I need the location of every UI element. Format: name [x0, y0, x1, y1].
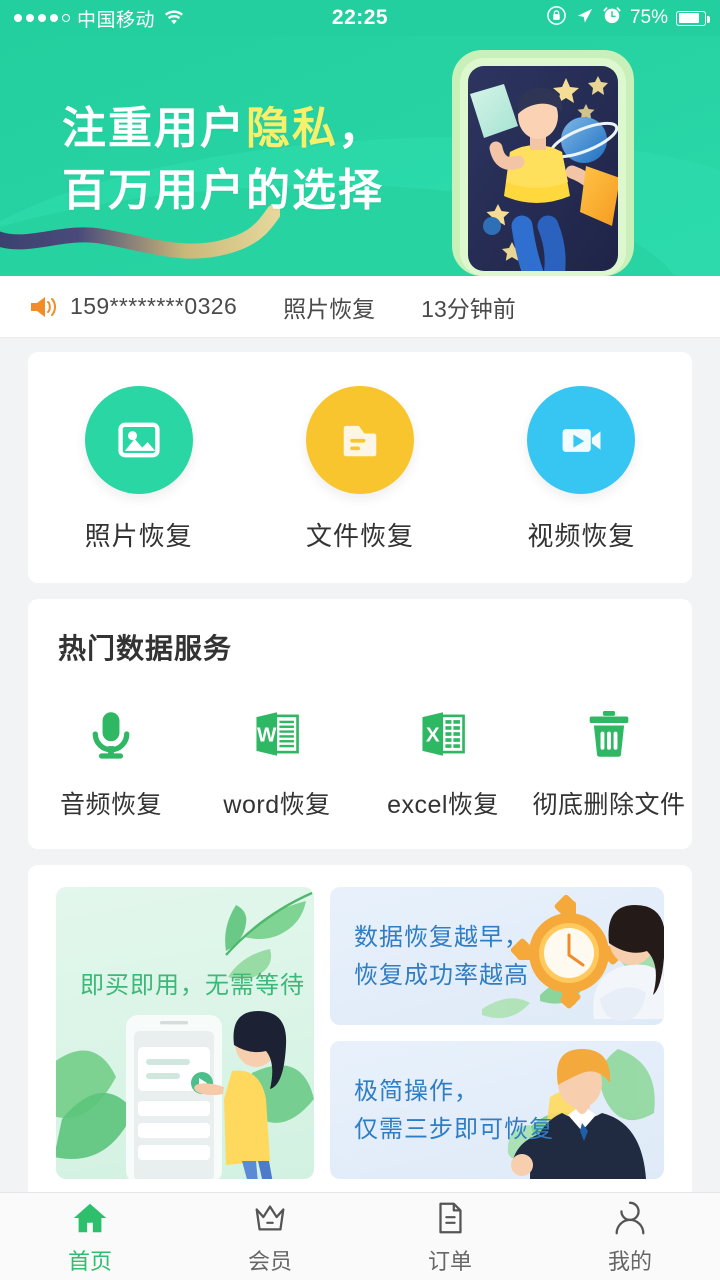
hot-item-permanent-delete[interactable]: 彻底删除文件 — [526, 701, 692, 821]
service-label: 照片恢复 — [84, 521, 193, 551]
svg-text:W: W — [257, 723, 277, 746]
promo-left[interactable]: 即买即用，无需等待 — [56, 887, 314, 1179]
main-services-card: 照片恢复 文件恢复 视频恢复 — [28, 352, 692, 583]
photo-icon — [118, 422, 160, 458]
service-label: 文件恢复 — [305, 521, 414, 551]
battery-icon — [676, 10, 710, 26]
speaker-icon — [28, 294, 58, 320]
main-content: 照片恢复 文件恢复 视频恢复 热门数据服务 音频恢复 W word恢复 X ex… — [0, 338, 720, 1192]
service-item-photo-recovery[interactable]: 照片恢复 — [28, 386, 249, 553]
folder-icon — [343, 425, 377, 457]
location-arrow-icon — [575, 6, 594, 31]
tab-label: 我的 — [607, 1248, 652, 1274]
alarm-clock-icon — [602, 5, 622, 31]
hot-item-label: word恢复 — [223, 791, 331, 819]
hero-line1-suffix: ， — [338, 104, 384, 153]
video-recovery-icon-circle — [527, 386, 636, 494]
hot-item-label: 彻底删除文件 — [532, 791, 686, 819]
promo-card: 即买即用，无需等待 数据恢复越早， 恢复成功率越高 极简操作， 仅需三步即可恢复 — [28, 865, 692, 1192]
order-document-icon — [430, 1198, 470, 1238]
hero-line-1: 注重用户隐私， — [62, 98, 384, 160]
word-document-icon: W — [244, 701, 310, 767]
photo-recovery-icon-circle — [84, 386, 193, 494]
hot-services-title: 热门数据服务 — [58, 633, 233, 664]
trash-can-icon — [576, 701, 642, 767]
file-recovery-icon-circle — [305, 386, 414, 494]
promo-right-top-text: 数据恢复越早， 恢复成功率越高 — [354, 924, 529, 989]
promo-right-column: 数据恢复越早， 恢复成功率越高 极简操作， 仅需三步即可恢复 — [330, 887, 664, 1179]
promo-right-bottom-text: 极简操作， 仅需三步即可恢复 — [354, 1078, 554, 1143]
tab-label: 会员 — [247, 1248, 292, 1274]
bottom-tab-bar: 首页 会员 订单 我的 — [0, 1192, 720, 1280]
person-icon — [610, 1198, 650, 1238]
hero-illustration — [452, 50, 634, 276]
promo-left-illustration — [56, 891, 314, 1179]
svg-text:X: X — [426, 723, 440, 746]
home-icon — [70, 1198, 110, 1238]
hero-line1-highlight: 隐私 — [246, 104, 338, 153]
video-camera-icon — [562, 429, 601, 452]
tab-label: 首页 — [67, 1248, 112, 1274]
notice-bar[interactable]: 159********0326 照片恢复 13分钟前 — [0, 276, 720, 338]
hot-services-card: 热门数据服务 音频恢复 W word恢复 X excel恢复 彻底删除文件 — [28, 599, 692, 849]
battery-percent-label: 75% — [629, 7, 668, 28]
status-bar: 中国移动 22:25 75% — [0, 0, 720, 36]
hot-item-label: 音频恢复 — [59, 791, 162, 819]
excel-document-icon: X — [410, 701, 476, 767]
hero-line1-prefix: 注重用户 — [62, 104, 246, 153]
status-bar-right: 75% — [546, 5, 710, 32]
service-item-video-recovery[interactable]: 视频恢复 — [471, 386, 692, 553]
tab-membership[interactable]: 会员 — [180, 1198, 360, 1276]
hero-line-2: 百万用户的选择 — [62, 166, 384, 215]
notice-service-type: 照片恢复 — [283, 295, 376, 322]
promo-right-top[interactable]: 数据恢复越早， 恢复成功率越高 — [330, 887, 664, 1025]
hero-text-block: 注重用户隐私， 百万用户的选择 — [62, 98, 384, 222]
notice-timestamp: 13分钟前 — [421, 295, 516, 322]
promo-left-text: 即买即用，无需等待 — [80, 972, 305, 999]
microphone-icon — [78, 701, 144, 767]
tab-label: 订单 — [427, 1248, 472, 1274]
app-screen: 中国移动 22:25 75% 注重用户隐私， 百万用户的选择 159******… — [0, 0, 720, 1280]
rotation-lock-icon — [546, 5, 567, 32]
hot-item-label: excel恢复 — [387, 791, 499, 819]
hot-item-audio-recovery[interactable]: 音频恢复 — [28, 701, 194, 821]
service-label: 视频恢复 — [527, 521, 636, 551]
hero-banner[interactable]: 注重用户隐私， 百万用户的选择 — [0, 36, 720, 276]
promo-right-bottom[interactable]: 极简操作， 仅需三步即可恢复 — [330, 1041, 664, 1179]
tab-orders[interactable]: 订单 — [360, 1198, 540, 1276]
crown-icon — [250, 1198, 290, 1238]
notice-phone-number: 159********0326 — [70, 293, 238, 319]
tab-profile[interactable]: 我的 — [540, 1198, 720, 1276]
hot-item-word-recovery[interactable]: W word恢复 — [194, 701, 360, 821]
hot-services-grid: 音频恢复 W word恢复 X excel恢复 彻底删除文件 — [28, 701, 692, 821]
hot-item-excel-recovery[interactable]: X excel恢复 — [360, 701, 526, 821]
tab-home[interactable]: 首页 — [0, 1198, 180, 1276]
service-item-file-recovery[interactable]: 文件恢复 — [249, 386, 470, 553]
